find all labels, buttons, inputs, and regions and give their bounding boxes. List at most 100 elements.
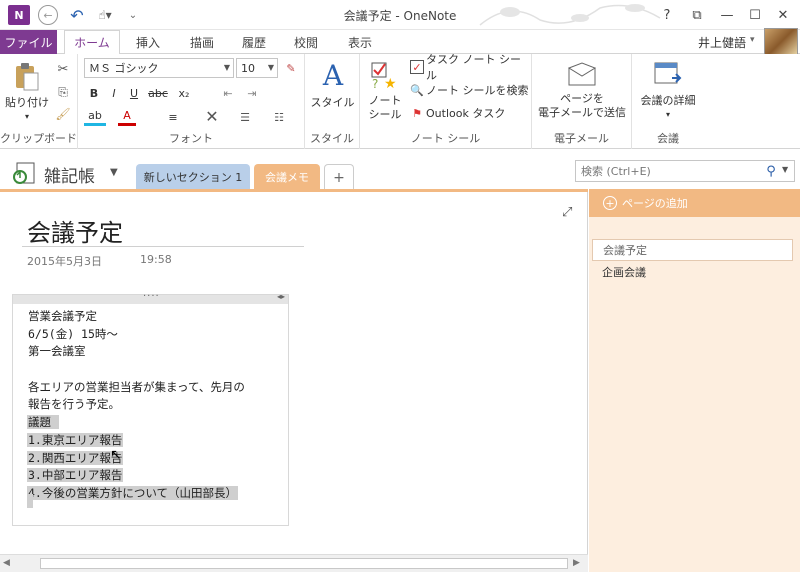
email-group: ページを 電子メールで送信 電子メール <box>532 54 632 149</box>
customize-quick-access-button[interactable]: ⌄ <box>126 5 140 25</box>
note-line[interactable]: 2.関西エリア報告 <box>27 450 246 468</box>
styles-button[interactable]: スタイル <box>305 96 360 110</box>
scroll-left-icon[interactable]: ◀ <box>3 558 10 568</box>
page-title[interactable]: 会議予定 <box>27 213 123 248</box>
bold-button[interactable]: B <box>86 84 102 102</box>
note-line-text: 報告を行う予定。 <box>28 397 120 412</box>
note-tags-label-1[interactable]: ノート <box>362 94 408 108</box>
styles-icon[interactable]: A <box>318 58 348 92</box>
note-line[interactable]: 各エリアの営業担当者が集まって、先月の <box>27 379 246 397</box>
paste-label[interactable]: 貼り付け <box>2 96 52 110</box>
note-line[interactable]: 議題 <box>27 414 246 432</box>
add-page-button[interactable]: + ページの追加 <box>589 189 800 217</box>
drag-dots-icon[interactable]: ···· <box>143 291 160 302</box>
scrollbar-thumb[interactable] <box>40 558 568 569</box>
avatar[interactable] <box>764 28 798 56</box>
outlook-task-button[interactable]: Outlook タスク <box>426 104 505 122</box>
close-button[interactable]: ✕ <box>772 4 794 26</box>
note-line[interactable] <box>27 361 246 379</box>
note-text[interactable]: 営業会議予定 6/5(金) 15時～ 第一会議室各エリアの営業担当者が集まって、先月… <box>27 308 246 503</box>
section-tab-active[interactable]: 会議メモ <box>254 164 320 190</box>
page-item-active[interactable]: 会議予定 <box>592 239 793 261</box>
email-page-label-1[interactable]: ページを <box>532 92 632 106</box>
font-group: ＭＳ ゴシック ▼ 10 ▼ ✎ B I U abc x₂ ⇤ ⇥ ab A ≡… <box>78 54 305 149</box>
note-line[interactable]: 6/5(金) 15時～ <box>27 326 246 344</box>
scroll-right-icon[interactable]: ▶ <box>573 558 580 568</box>
paste-icon[interactable] <box>14 62 40 92</box>
section-tab-1[interactable]: 新しいセクション 1 <box>136 164 250 190</box>
ribbon: 貼り付け ▾ ✂ ⎘ 🖌 クリップボード ＭＳ ゴシック ▼ 10 ▼ ✎ B … <box>0 53 800 149</box>
increase-indent-icon[interactable]: ⇥ <box>242 84 262 102</box>
horizontal-scrollbar[interactable]: ◀ ▶ <box>0 554 588 572</box>
italic-button[interactable]: I <box>106 84 122 102</box>
undo-button[interactable]: ↶ <box>68 5 86 25</box>
font-size-combo[interactable]: 10 ▼ <box>236 58 278 78</box>
task-tag-button[interactable]: タスク ノート シール <box>426 53 531 82</box>
note-container[interactable]: ···· ◂▸ 営業会議予定 6/5(金) 15時～ 第一会議室各エリアの営業担当者… <box>12 291 289 526</box>
email-page-label-2[interactable]: 電子メールで送信 <box>532 106 632 120</box>
find-tags-button[interactable]: ノート シールを検索 <box>426 81 529 99</box>
add-icon: + <box>603 196 617 210</box>
tab-home[interactable]: ホーム <box>64 30 120 55</box>
meetings-group-label: 会議 <box>657 132 679 145</box>
meeting-details-button[interactable]: 会議の詳細 <box>632 94 704 108</box>
tab-view[interactable]: 表示 <box>338 30 382 54</box>
tab-insert[interactable]: 挿入 <box>126 30 170 54</box>
touch-mode-button[interactable]: ☝▾ <box>92 5 118 25</box>
copy-icon[interactable]: ⎘ <box>54 83 72 101</box>
meeting-details-icon[interactable] <box>654 60 682 88</box>
subscript-button[interactable]: x₂ <box>172 84 196 102</box>
svg-text:★: ★ <box>384 76 397 90</box>
task-checkbox-icon: ✓ <box>410 60 424 74</box>
font-color-button[interactable]: A <box>118 108 136 126</box>
text-cursor <box>27 494 33 508</box>
numbering-icon[interactable]: ☷ <box>268 108 290 126</box>
note-line[interactable]: 3.中部エリア報告 <box>27 467 246 485</box>
tab-file[interactable]: ファイル <box>0 30 57 54</box>
maximize-button[interactable]: ☐ <box>744 4 766 26</box>
bullets-icon[interactable]: ☰ <box>234 108 256 126</box>
strikethrough-button[interactable]: abc <box>146 84 170 102</box>
minimize-button[interactable]: — <box>716 4 738 26</box>
note-line[interactable]: 4.今後の営業方針について（山田部長） <box>27 485 246 503</box>
note-line[interactable]: 報告を行う予定。 <box>27 396 246 414</box>
email-icon[interactable] <box>568 62 596 86</box>
note-tags-icon[interactable]: ★ ? <box>370 60 400 90</box>
highlight-button[interactable]: ab <box>84 108 106 126</box>
help-button[interactable]: ? <box>656 4 678 26</box>
cut-icon[interactable]: ✂ <box>54 60 72 78</box>
underline-button[interactable]: U <box>126 84 142 102</box>
user-menu-caret[interactable]: ▾ <box>750 35 755 45</box>
notebook-sync-icon[interactable] <box>12 162 36 184</box>
tab-review[interactable]: 校閲 <box>284 30 328 54</box>
add-section-button[interactable]: + <box>324 164 354 190</box>
note-container-handle[interactable]: ···· ◂▸ <box>13 291 288 304</box>
page-item[interactable]: 企画会議 <box>592 261 793 283</box>
expand-icon[interactable]: ⤢ <box>562 205 572 220</box>
note-line[interactable]: 1.東京エリア報告 <box>27 432 246 450</box>
paste-caret[interactable]: ▾ <box>20 110 34 124</box>
note-line-text: 2.関西エリア報告 <box>27 450 124 465</box>
tab-history[interactable]: 履歴 <box>232 30 276 54</box>
tab-draw[interactable]: 描画 <box>180 30 224 54</box>
ribbon-display-button[interactable]: ⧉ <box>686 4 708 26</box>
back-button[interactable]: ← <box>38 5 58 25</box>
format-painter-icon[interactable]: 🖌 <box>54 105 72 123</box>
style-group-label: スタイル <box>310 132 354 145</box>
meeting-details-caret[interactable]: ▾ <box>632 108 704 122</box>
font-name-combo[interactable]: ＭＳ ゴシック ▼ <box>84 58 234 78</box>
note-tags-label-2[interactable]: シール <box>362 108 408 122</box>
delete-icon[interactable]: ✕ <box>202 106 222 126</box>
notebook-dropdown-icon[interactable]: ▼ <box>110 167 118 178</box>
user-name[interactable]: 井上健語 <box>698 34 746 51</box>
search-icon[interactable]: ⚲ <box>762 162 780 180</box>
note-line[interactable]: 第一会議室 <box>27 343 246 361</box>
tags-group: ★ ? ノート シール ✓ タスク ノート シール 🔍 ノート シールを検索 ⚑… <box>360 53 532 149</box>
decrease-indent-icon[interactable]: ⇤ <box>218 84 238 102</box>
clear-format-icon[interactable]: ✎ <box>282 59 300 77</box>
note-line[interactable]: 営業会議予定 <box>27 308 246 326</box>
search-scope-dropdown[interactable]: ▼ <box>782 165 788 174</box>
resize-handle-icon[interactable]: ◂▸ <box>277 292 285 301</box>
notebook-name[interactable]: 雑記帳 <box>44 162 95 187</box>
align-button[interactable]: ≡ <box>162 108 184 126</box>
